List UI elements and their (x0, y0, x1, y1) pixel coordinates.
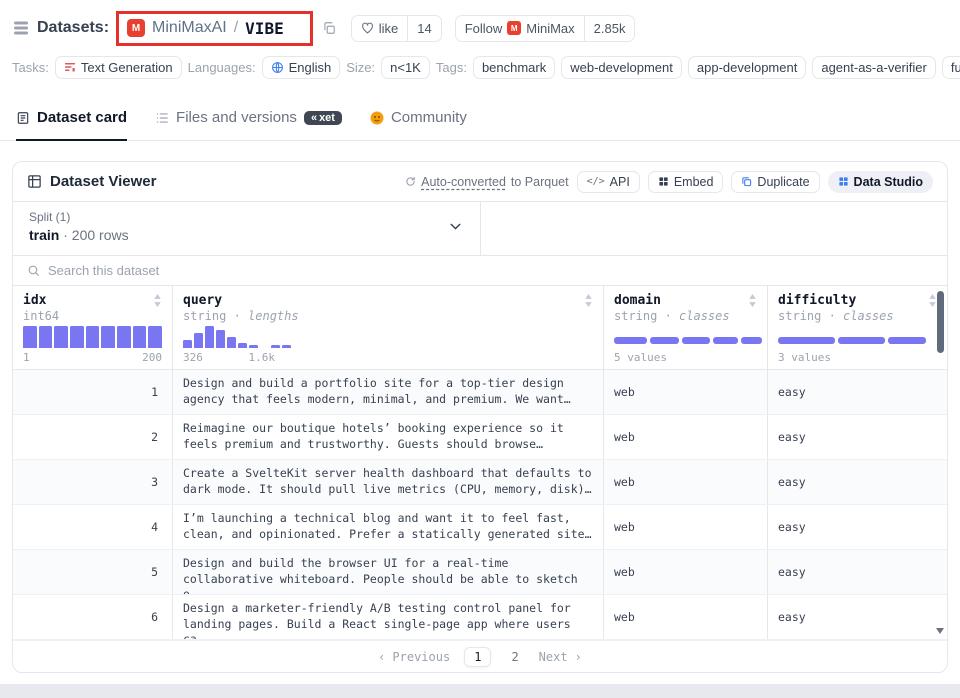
chevron-left-icon: ‹ (378, 650, 385, 664)
breadcrumb: Datasets: M MiniMaxAI / VIBE like 14 Fol… (0, 0, 960, 50)
follow-button-group: Follow M MiniMax 2.85k (455, 15, 636, 42)
minimaxai-org-logo-icon: M (127, 19, 145, 37)
viewer-title: Dataset Viewer (50, 173, 156, 190)
like-button-group: like 14 (351, 15, 442, 42)
org-link[interactable]: MiniMaxAI (152, 19, 227, 37)
tag-pill-truncated[interactable]: fu (942, 56, 960, 79)
table-row[interactable]: 6 Design a marketer-friendly A/B testing… (13, 595, 947, 640)
search-input[interactable] (48, 263, 933, 278)
tab-community[interactable]: Community (370, 109, 467, 141)
follow-org-logo-icon: M (507, 21, 521, 35)
dataset-meta-bar: Tasks: Text Generation Languages: Englis… (0, 50, 960, 90)
sort-icon[interactable] (748, 294, 757, 307)
datasets-icon (12, 19, 30, 37)
tab-bar: Dataset card Files and versions «xet Com… (0, 90, 960, 141)
tasks-label: Tasks: (12, 60, 49, 75)
community-icon (370, 111, 384, 125)
like-label: like (379, 21, 399, 36)
viewer-header: Dataset Viewer Auto-converted to Parquet… (13, 162, 947, 202)
split-row-empty (481, 202, 947, 255)
tag-pill-agent-as-a-verifier[interactable]: agent-as-a-verifier (812, 56, 936, 79)
tag-pill-benchmark[interactable]: benchmark (473, 56, 555, 79)
follow-org-name: MiniMax (526, 21, 574, 36)
chevron-down-icon[interactable] (447, 218, 464, 240)
size-pill[interactable]: n<1K (381, 56, 430, 79)
page-number-2[interactable]: 2 (505, 648, 524, 666)
like-button[interactable]: like (352, 16, 408, 41)
api-button[interactable]: </> API (577, 171, 640, 193)
scrollbar-thumb[interactable] (937, 291, 944, 353)
embed-icon (658, 176, 669, 187)
table-row[interactable]: 1 Design and build a portfolio site for … (13, 370, 947, 415)
language-pill-english[interactable]: English (262, 56, 341, 79)
idx-histogram (23, 326, 162, 348)
code-brackets-icon: </> (587, 176, 605, 187)
split-row: Split (1) train · 200 rows (13, 202, 947, 256)
query-length-histogram (183, 326, 593, 348)
viewer-title-group: Dataset Viewer (27, 173, 156, 190)
duplicate-icon (741, 176, 752, 187)
domain-classes-bar (614, 337, 762, 344)
copy-icon[interactable] (320, 19, 338, 37)
table-row[interactable]: 5 Design and build the browser UI for a … (13, 550, 947, 595)
vertical-scrollbar (936, 288, 944, 636)
tags-label: Tags: (436, 60, 467, 75)
duplicate-button[interactable]: Duplicate (731, 171, 819, 193)
dataset-name-link[interactable]: VIBE (245, 19, 284, 38)
chevron-right-icon: › (575, 650, 582, 664)
page: Datasets: M MiniMaxAI / VIBE like 14 Fol… (0, 0, 960, 698)
pagination: ‹ Previous 1 2 Next › (13, 640, 947, 672)
follower-count[interactable]: 2.85k (584, 16, 635, 41)
size-label: Size: (346, 60, 375, 75)
column-header-idx: idx int64 1200 (13, 286, 172, 369)
table-row[interactable]: 3 Create a SvelteKit server health dashb… (13, 460, 947, 505)
data-studio-button[interactable]: Data Studio (828, 171, 933, 193)
footer-strip (0, 684, 960, 698)
sort-icon[interactable] (153, 294, 162, 307)
next-page-button[interactable]: Next › (539, 650, 582, 664)
tab-files-and-versions[interactable]: Files and versions «xet (155, 109, 342, 141)
text-generation-icon (64, 61, 76, 73)
page-number-1[interactable]: 1 (464, 647, 491, 667)
viewer-actions: Auto-converted to Parquet </> API Embed … (405, 171, 933, 193)
tag-pill-app-development[interactable]: app-development (688, 56, 806, 79)
annotation-highlight: M MiniMaxAI / VIBE (116, 11, 313, 46)
table-row[interactable]: 2 Reimagine our boutique hotels’ booking… (13, 415, 947, 460)
column-header-query: query string · lengths 3261.6k (172, 286, 603, 369)
difficulty-classes-bar (778, 337, 926, 344)
table-header: idx int64 1200 query string · lengths 32… (13, 286, 947, 370)
dataset-card-icon (16, 111, 30, 125)
breadcrumb-label: Datasets: (37, 19, 109, 37)
search-row (13, 256, 947, 286)
sort-icon[interactable] (584, 294, 593, 307)
auto-converted-link[interactable]: Auto-converted to Parquet (405, 175, 568, 189)
split-value: train · 200 rows (29, 227, 464, 243)
data-studio-icon (838, 176, 849, 187)
task-pill-text-generation[interactable]: Text Generation (55, 56, 182, 79)
column-header-difficulty: difficulty string · classes 3 values (767, 286, 947, 369)
column-header-domain: domain string · classes 5 values (603, 286, 767, 369)
scroll-down-arrow-icon[interactable] (936, 628, 944, 634)
tab-dataset-card[interactable]: Dataset card (16, 109, 127, 141)
like-count[interactable]: 14 (407, 16, 440, 41)
xet-badge: «xet (304, 111, 342, 125)
split-selector[interactable]: Split (1) train · 200 rows (13, 202, 481, 255)
table-grid-icon (27, 174, 42, 189)
table-body: 1 Design and build a portfolio site for … (13, 370, 947, 640)
follow-label: Follow (465, 21, 503, 36)
dataset-viewer-card: Dataset Viewer Auto-converted to Parquet… (12, 161, 948, 673)
files-versions-icon (155, 111, 169, 125)
breadcrumb-separator: / (234, 19, 238, 37)
languages-label: Languages: (188, 60, 256, 75)
heart-icon (361, 22, 374, 34)
tag-pill-web-development[interactable]: web-development (561, 56, 682, 79)
follow-button[interactable]: Follow M MiniMax (456, 16, 584, 41)
embed-button[interactable]: Embed (648, 171, 724, 193)
refresh-icon (405, 176, 416, 187)
table-row[interactable]: 4 I’m launching a technical blog and wan… (13, 505, 947, 550)
globe-icon (271, 61, 284, 74)
split-label: Split (1) (29, 210, 464, 224)
previous-page-button[interactable]: ‹ Previous (378, 650, 450, 664)
search-icon (27, 264, 40, 277)
